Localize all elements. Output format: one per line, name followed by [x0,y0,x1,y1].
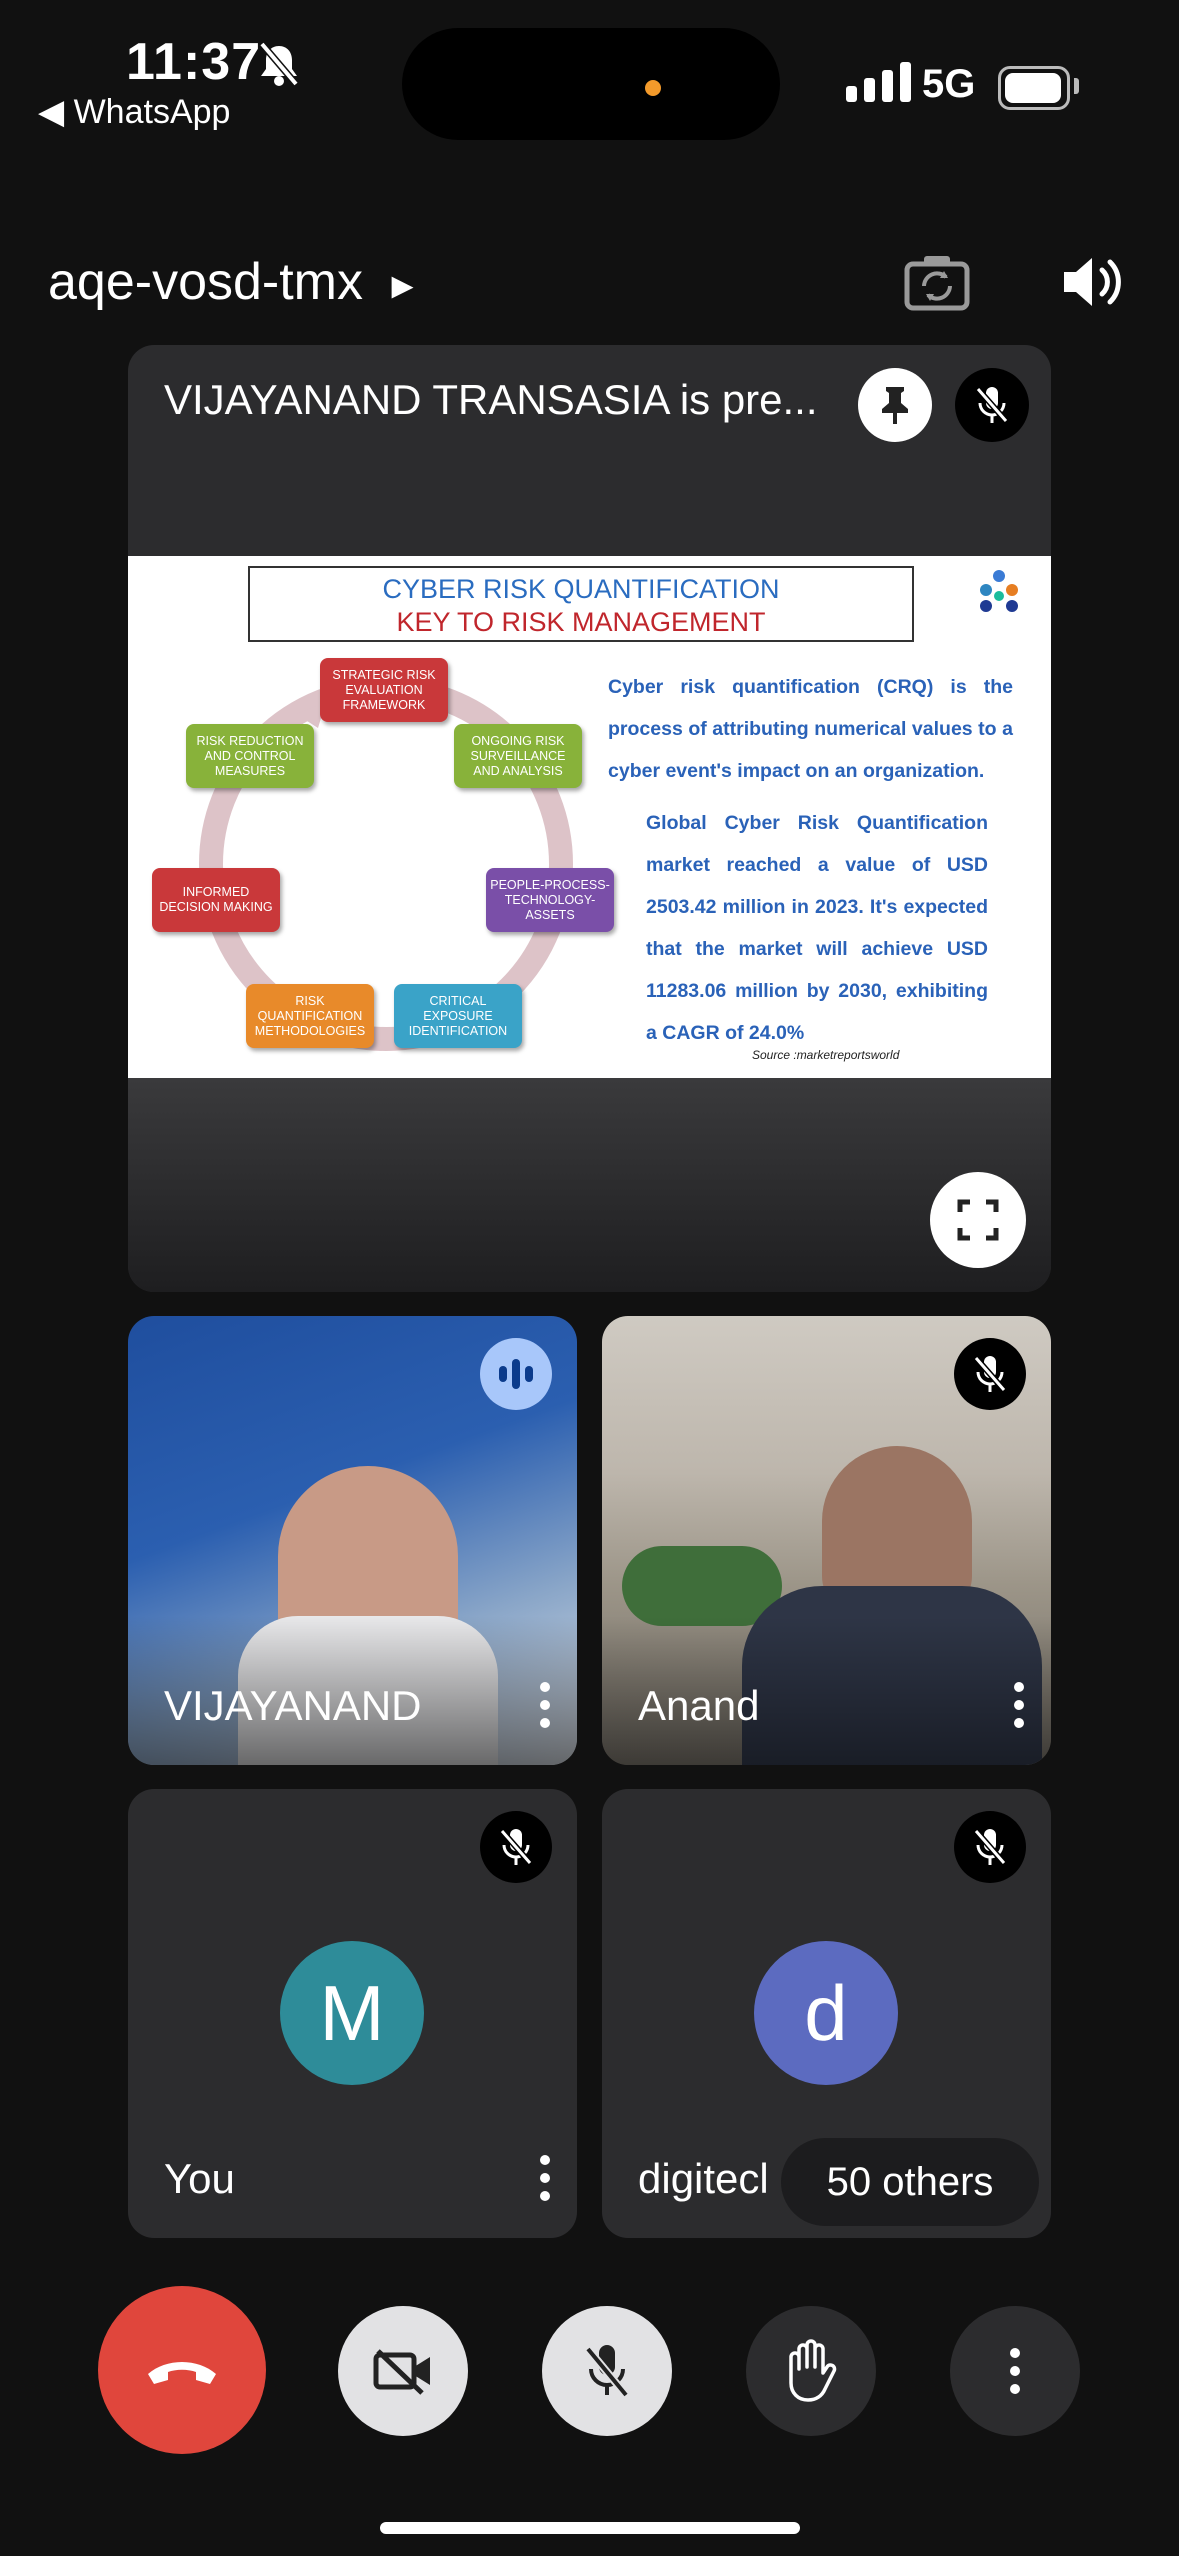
more-vert-icon [1008,2348,1022,2394]
slide-paragraph-1: Cyber risk quantification (CRQ) is the p… [608,676,1013,782]
avatar: M [280,1941,424,2085]
participant-name: You [164,2155,235,2202]
mic-off-icon [975,387,1009,423]
cycle-step-2: ONGOING RISK SURVEILLANCE AND ANALYSIS [454,724,582,788]
cycle-step-6: INFORMED DECISION MAKING [152,868,280,932]
participant-name: digitecl [638,2155,769,2202]
participant-tile-you[interactable]: M You [128,1789,577,2238]
network-label: 5G [922,62,976,106]
muted-indicator [954,1338,1026,1410]
participant-name: Anand [638,1682,760,1729]
presenter-mic-off-indicator [955,368,1029,442]
mic-toggle-button[interactable] [542,2306,672,2436]
hand-icon [789,2339,837,2402]
end-call-icon [148,2362,216,2384]
fullscreen-button[interactable] [930,1172,1026,1268]
company-logo [980,570,1018,612]
others-count-button[interactable]: 50 others [781,2138,1039,2226]
privacy-indicator-dot [645,80,661,96]
participant-options-button[interactable] [538,1682,552,1728]
more-options-button[interactable] [950,2306,1080,2436]
cycle-step-3: PEOPLE-PROCESS-TECHNOLOGY-ASSETS [486,868,614,932]
signal-icon [846,62,911,102]
status-time: 11:37 [126,33,262,91]
avatar: d [754,1941,898,2085]
cycle-step-1: STRATEGIC RISK EVALUATION FRAMEWORK [320,658,448,722]
participant-options-button[interactable] [538,2155,552,2201]
speaker-icon[interactable] [1060,252,1126,312]
camera-toggle-button[interactable] [338,2306,468,2436]
chevron-right-icon: ▸ [391,260,414,309]
slide-heading-box: CYBER RISK QUANTIFICATION KEY TO RISK MA… [248,566,914,642]
slide-paragraph-2: Global Cyber Risk Quantification market … [646,812,988,1044]
battery-tip [1074,78,1079,94]
switch-camera-icon[interactable] [904,252,970,312]
end-call-button[interactable] [98,2286,266,2454]
silent-bell-icon [259,41,299,87]
pin-icon [882,387,908,424]
fullscreen-icon [957,1199,999,1241]
slide-heading-line2: KEY TO RISK MANAGEMENT [396,607,766,637]
cycle-step-4: CRITICAL EXPOSURE IDENTIFICATION [394,984,522,1048]
pin-button[interactable] [858,368,932,442]
mic-off-icon [499,1829,533,1865]
muted-indicator [480,1811,552,1883]
cycle-step-7: RISK REDUCTION AND CONTROL MEASURES [186,724,314,788]
presentation-bottom-shade [128,1078,1051,1292]
battery-level [1005,73,1061,103]
speaking-indicator [480,1338,552,1410]
participant-name: VIJAYANAND [164,1682,422,1729]
mic-off-icon [973,1829,1007,1865]
slide-heading-line1: CYBER RISK QUANTIFICATION [382,574,780,604]
mic-off-icon [584,2345,630,2398]
meeting-code[interactable]: aqe-vosd-tmx ▸ [48,252,414,312]
participant-tile-vijayanand[interactable]: VIJAYANAND [128,1316,577,1765]
cycle-step-5: RISK QUANTIFICATION METHODOLOGIES [246,984,374,1048]
dynamic-island [402,28,780,140]
video-feed-plant [622,1546,782,1626]
mic-off-icon [973,1356,1007,1392]
slide-source: Source :marketreportsworld [752,1048,900,1062]
meeting-code-text: aqe-vosd-tmx [48,253,363,311]
raise-hand-button[interactable] [746,2306,876,2436]
participant-options-button[interactable] [1012,1682,1026,1728]
home-indicator[interactable] [380,2522,800,2534]
back-to-whatsapp-link[interactable]: ◀ WhatsApp [38,92,230,132]
participant-tile-anand[interactable]: Anand [602,1316,1051,1765]
camera-off-icon [373,2349,430,2395]
muted-indicator [954,1811,1026,1883]
presentation-title: VIJAYANAND TRANSASIA is pre... [164,376,818,423]
